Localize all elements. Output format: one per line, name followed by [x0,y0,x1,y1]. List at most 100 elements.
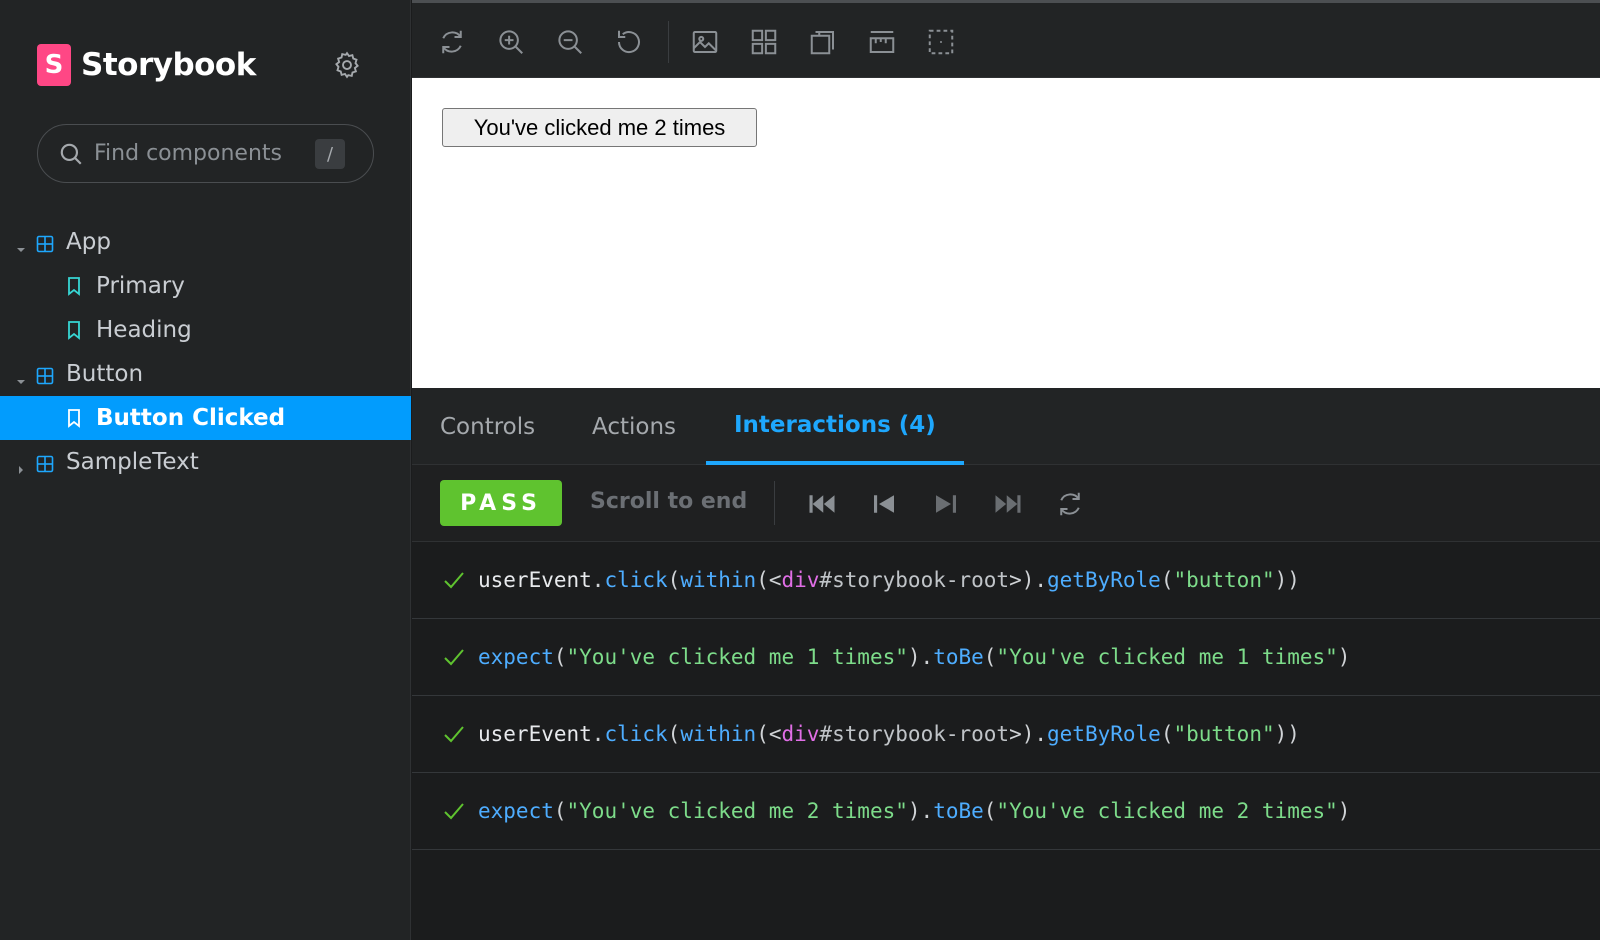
toolbar-divider [668,21,669,63]
preview-canvas: You've clicked me 2 times [412,78,1600,388]
code-token: "You've clicked me 2 times" [566,799,908,823]
tree-story-button-clicked[interactable]: Button Clicked [0,396,411,440]
tab-actions[interactable]: Actions [592,388,676,465]
tab-controls[interactable]: Controls [440,388,535,465]
go-back-icon[interactable] [869,489,899,519]
step-code: userEvent.click(within(<div#storybook-ro… [478,568,1300,592]
component-icon [36,365,54,385]
go-forward-icon[interactable] [931,489,961,519]
tab-interactions[interactable]: Interactions (4) [706,388,964,465]
check-icon [442,568,466,592]
code-token: toBe [933,645,984,669]
tree-label: SampleText [66,449,199,475]
grid-icon[interactable] [749,27,779,57]
code-token: ). [907,645,934,669]
code-token: ( [1160,722,1174,746]
viewport-icon[interactable] [808,27,838,57]
step-code: userEvent.click(within(<div#storybook-ro… [478,722,1300,746]
code-token: div [781,722,820,746]
tree-label: App [66,229,111,255]
code-token: #storybook-root [819,722,1010,746]
interaction-step[interactable]: userEvent.click(within(<div#storybook-ro… [412,542,1600,619]
measure-icon[interactable] [867,27,897,57]
code-token: within [680,568,757,592]
code-token: div [781,568,820,592]
zoom-out-icon[interactable] [555,27,585,57]
tree-story-primary[interactable]: Primary [0,264,411,308]
storybook-brand[interactable]: S Storybook [37,44,256,86]
code-token: ( [1160,568,1174,592]
search-input[interactable] [94,141,309,166]
chevron-down-icon[interactable] [15,368,27,384]
bookmark-icon [66,276,82,296]
controls-divider [774,481,775,525]
code-token: >). [1009,568,1048,592]
code-token: within [680,722,757,746]
tree-component-button[interactable]: Button [0,352,411,396]
tree-label: Button [66,361,144,387]
gear-icon[interactable] [332,50,362,80]
brand-name: Storybook [81,47,256,83]
interactions-controls: PASS Scroll to end [412,465,1600,542]
tree-label: Primary [96,273,185,299]
code-token: ( [983,799,997,823]
rerun-icon[interactable] [1055,489,1085,519]
code-token: )) [1274,722,1300,746]
check-icon [442,799,466,823]
code-token: (< [756,568,782,592]
component-tree: App Primary Heading Button Button Clicke… [0,220,411,484]
code-token: expect [478,799,554,823]
code-token: "You've clicked me 2 times" [996,799,1338,823]
preview-toolbar [412,0,1600,78]
interaction-step[interactable]: expect("You've clicked me 2 times").toBe… [412,773,1600,850]
search-box: / [37,124,374,183]
status-badge: PASS [440,480,562,526]
go-to-start-icon[interactable] [807,489,837,519]
code-token: ( [667,568,681,592]
code-token: ( [553,799,567,823]
demo-click-button[interactable]: You've clicked me 2 times [442,108,757,147]
background-icon[interactable] [690,27,720,57]
search-icon [58,141,84,167]
go-to-end-icon[interactable] [993,489,1023,519]
step-code: expect("You've clicked me 2 times").toBe… [478,799,1350,823]
code-token: getByRole [1047,568,1161,592]
code-token: ) [1337,645,1351,669]
zoom-reset-icon[interactable] [614,27,644,57]
code-token: ) [1337,799,1351,823]
code-token: "button" [1173,568,1275,592]
bookmark-icon [66,408,82,428]
addon-tabs: Controls Actions Interactions (4) [412,388,1600,465]
tree-component-sampletext[interactable]: SampleText [0,440,411,484]
chevron-down-icon[interactable] [15,236,27,252]
zoom-in-icon[interactable] [496,27,526,57]
search-shortcut-key: / [315,139,345,169]
reload-icon[interactable] [437,27,467,57]
code-token: ( [667,722,681,746]
code-token: "You've clicked me 1 times" [566,645,908,669]
code-token: >). [1009,722,1048,746]
tree-component-app[interactable]: App [0,220,411,264]
addon-panel: Controls Actions Interactions (4) PASS S… [412,388,1600,940]
tree-story-heading[interactable]: Heading [0,308,411,352]
tree-label: Button Clicked [96,405,286,431]
code-token: click [604,722,668,746]
code-token: "button" [1173,722,1275,746]
code-token: ( [983,645,997,669]
outline-icon[interactable] [926,27,956,57]
component-icon [36,453,54,473]
check-icon [442,645,466,669]
code-token: (< [756,722,782,746]
check-icon [442,722,466,746]
interaction-step[interactable]: userEvent.click(within(<div#storybook-ro… [412,696,1600,773]
component-icon [36,233,54,253]
code-token: click [604,568,668,592]
step-code: expect("You've clicked me 1 times").toBe… [478,645,1350,669]
sidebar: S Storybook / App Primary Heading [0,0,411,940]
chevron-right-icon[interactable] [15,456,27,474]
code-token: ). [907,799,934,823]
interaction-step[interactable]: expect("You've clicked me 1 times").toBe… [412,619,1600,696]
scroll-to-end-button[interactable]: Scroll to end [590,489,747,514]
code-token: . [591,722,605,746]
code-token: getByRole [1047,722,1161,746]
